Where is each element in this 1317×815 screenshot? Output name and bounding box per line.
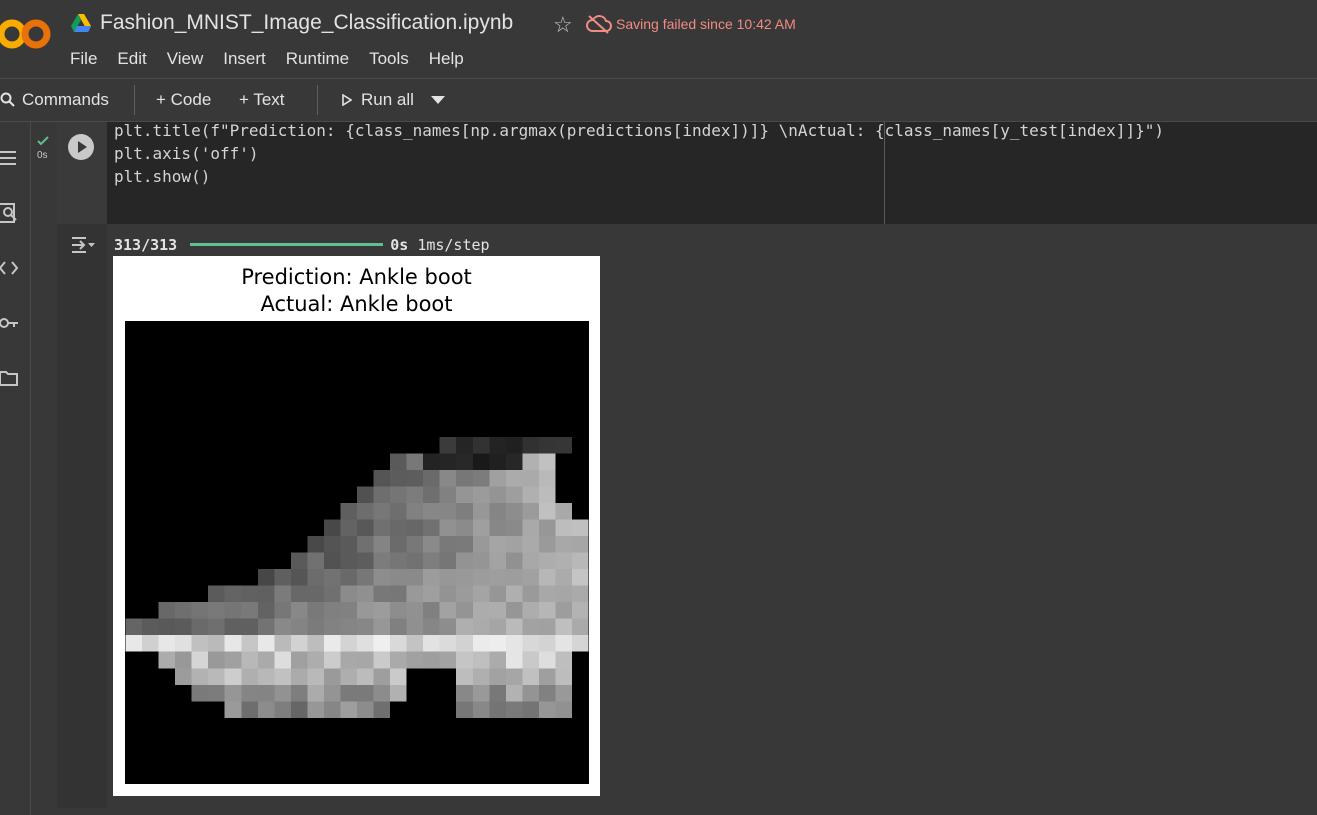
progress-time: 0s bbox=[390, 236, 409, 254]
cell-gutter: 0s bbox=[31, 122, 57, 815]
search-icon bbox=[0, 92, 15, 107]
table-of-contents-icon[interactable] bbox=[0, 147, 20, 169]
toolbar-divider bbox=[317, 85, 318, 115]
prediction-title: Prediction: Ankle boot bbox=[241, 265, 472, 289]
fashion-image bbox=[125, 321, 589, 784]
find-icon[interactable] bbox=[0, 202, 20, 224]
menu-runtime[interactable]: Runtime bbox=[286, 49, 349, 69]
code-line: plt.title(f"Prediction: {class_names[np.… bbox=[114, 121, 1164, 140]
menu-edit[interactable]: Edit bbox=[117, 49, 146, 69]
menu-insert[interactable]: Insert bbox=[223, 49, 266, 69]
add-text-button[interactable]: + Text bbox=[239, 90, 285, 110]
top-bar: Fashion_MNIST_Image_Classification.ipynb… bbox=[0, 0, 1317, 79]
play-icon bbox=[342, 94, 352, 106]
ankle-boot-image bbox=[125, 436, 589, 718]
progress-bar bbox=[190, 243, 383, 246]
menu-file[interactable]: File bbox=[70, 49, 97, 69]
code-snippets-icon[interactable] bbox=[0, 257, 20, 279]
run-cell-button[interactable] bbox=[68, 134, 94, 160]
folder-icon[interactable] bbox=[0, 367, 20, 389]
left-sidebar bbox=[0, 122, 31, 815]
save-status[interactable]: Saving failed since 10:42 AM bbox=[616, 16, 796, 32]
cloud-off-icon[interactable] bbox=[586, 14, 612, 34]
cell-exec-time: 0s bbox=[37, 150, 48, 161]
menu-tools[interactable]: Tools bbox=[369, 49, 409, 69]
colab-logo-icon[interactable] bbox=[0, 14, 52, 54]
output-actions-icon[interactable] bbox=[68, 234, 96, 256]
output-gutter bbox=[57, 224, 107, 808]
code-line: plt.axis('off') bbox=[114, 144, 259, 163]
actual-title: Actual: Ankle boot bbox=[260, 292, 453, 316]
code-line: plt.show() bbox=[114, 167, 211, 186]
check-icon bbox=[37, 136, 49, 146]
plot-figure: Prediction: Ankle boot Actual: Ankle boo… bbox=[113, 256, 600, 796]
add-code-button[interactable]: + Code bbox=[156, 90, 211, 110]
toolbar: Commands + Code + Text Run all bbox=[0, 79, 1317, 122]
commands-button[interactable]: Commands bbox=[22, 90, 109, 110]
code-editor[interactable]: plt.title(f"Prediction: {class_names[np.… bbox=[114, 119, 1164, 188]
progress-rate: 1ms/step bbox=[417, 236, 490, 254]
play-icon bbox=[78, 141, 87, 153]
key-icon[interactable] bbox=[0, 312, 20, 334]
menu-help[interactable]: Help bbox=[429, 49, 464, 69]
menu-bar: File Edit View Insert Runtime Tools Help bbox=[70, 49, 484, 69]
run-all-button[interactable]: Run all bbox=[361, 90, 414, 110]
toolbar-divider bbox=[134, 85, 135, 115]
progress-steps: 313/313 bbox=[114, 236, 178, 254]
menu-view[interactable]: View bbox=[167, 49, 204, 69]
chevron-down-icon[interactable] bbox=[431, 96, 445, 104]
notebook-title[interactable]: Fashion_MNIST_Image_Classification.ipynb bbox=[100, 11, 513, 35]
star-icon[interactable]: ☆ bbox=[553, 12, 573, 38]
drive-icon bbox=[71, 14, 91, 32]
